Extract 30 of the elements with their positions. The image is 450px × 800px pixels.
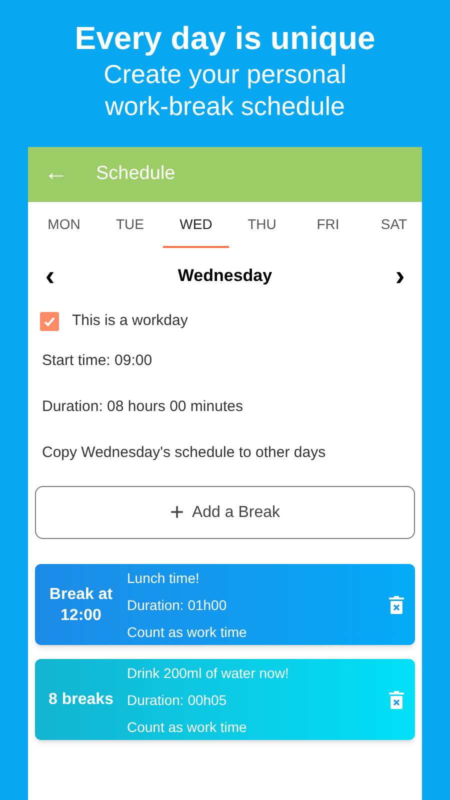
- break-label: 8 breaks: [48, 690, 114, 710]
- day-tab[interactable]: WED: [163, 202, 229, 248]
- break-duration: Duration: 01h00: [127, 596, 228, 614]
- previous-day-button[interactable]: ‹: [40, 262, 60, 290]
- delete-button[interactable]: [389, 690, 404, 708]
- headline: Every day is unique: [74, 19, 376, 58]
- break-label: Break at 12:00: [48, 584, 114, 626]
- workday-label: This is a workday: [72, 310, 188, 331]
- day-tab[interactable]: FRI: [295, 202, 361, 248]
- setting-item[interactable]: Start time: 09:00: [42, 338, 408, 384]
- break-note: Count as work time: [127, 622, 248, 642]
- add-break-button[interactable]: + Add a Break: [35, 486, 415, 539]
- day-tab[interactable]: SAT: [361, 202, 427, 248]
- break-title: Lunch time!: [127, 568, 200, 588]
- break-duration: Duration: 00h05: [127, 690, 228, 710]
- subline: Create your personal work-break schedule: [102, 58, 348, 122]
- setting-item[interactable]: Copy Wednesday's schedule to other days: [42, 430, 408, 476]
- break-note: Count as work time: [127, 718, 248, 736]
- day-tab[interactable]: MON: [31, 202, 97, 248]
- delete-button[interactable]: [389, 596, 404, 614]
- workday-checkbox[interactable]: [40, 312, 59, 330]
- day-tab[interactable]: TUE: [97, 202, 163, 248]
- check-icon: [43, 314, 56, 328]
- setting-item[interactable]: Duration: 08 hours 00 minutes: [42, 384, 408, 430]
- break-title: Drink 200ml of water now!: [127, 664, 290, 682]
- app-title: Schedule: [96, 162, 176, 186]
- day-tab[interactable]: THU: [229, 202, 295, 248]
- plus-icon: +: [170, 500, 184, 524]
- next-day-button[interactable]: ›: [390, 262, 410, 290]
- day-title: Wednesday: [178, 265, 272, 288]
